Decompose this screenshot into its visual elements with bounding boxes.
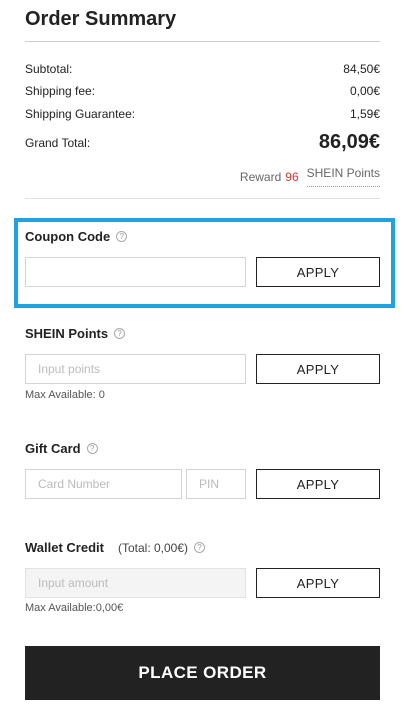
question-circle-icon[interactable]: ? — [114, 328, 126, 339]
title-divider — [25, 41, 380, 42]
grand-total-value: 86,09€ — [318, 131, 380, 153]
coupon-code-input[interactable] — [25, 257, 246, 287]
points-apply-button[interactable]: APPLY — [256, 354, 380, 384]
grand-total-label: Grand Total: — [25, 135, 91, 150]
coupon-title: Coupon Code — [25, 229, 111, 244]
page-title: Order Summary — [25, 8, 177, 30]
reward-points-number: 96 — [285, 169, 299, 184]
wallet-section-title: Wallet Credit (Total: 0,00€) ? — [25, 540, 206, 555]
coupon-section-title: Coupon Code ? — [25, 229, 128, 244]
shipping-fee-row: Shipping fee: 0,00€ — [25, 84, 380, 98]
shipping-fee-value: 0,00€ — [349, 84, 380, 98]
question-circle-icon[interactable]: ? — [194, 542, 206, 553]
shipping-guarantee-value: 1,59€ — [349, 107, 380, 121]
place-order-button[interactable]: PLACE ORDER — [25, 646, 380, 700]
points-input[interactable]: Input points — [25, 354, 246, 384]
grand-total-row: Grand Total: 86,09€ — [25, 131, 380, 154]
wallet-title: Wallet Credit — [25, 540, 104, 555]
subtotal-row: Subtotal: 84,50€ — [25, 62, 380, 76]
gift-card-title: Gift Card — [25, 441, 81, 456]
points-section-title: SHEIN Points ? — [25, 326, 126, 341]
reward-label: Reward — [239, 169, 282, 184]
points-title: SHEIN Points — [25, 326, 109, 341]
shipping-guarantee-row: Shipping Guarantee: 1,59€ — [25, 107, 380, 121]
points-max-available: Max Available: 0 — [25, 389, 105, 401]
reward-points-link[interactable]: SHEIN Points — [306, 166, 380, 187]
wallet-apply-button[interactable]: APPLY — [256, 568, 380, 598]
wallet-total-note: (Total: 0,00€) — [117, 540, 189, 555]
question-circle-icon[interactable]: ? — [116, 231, 128, 242]
gift-card-apply-button[interactable]: APPLY — [256, 469, 380, 499]
coupon-apply-button[interactable]: APPLY — [256, 257, 380, 287]
wallet-amount-input[interactable]: Input amount — [25, 568, 246, 598]
question-circle-icon[interactable]: ? — [86, 443, 98, 454]
shipping-fee-label: Shipping fee: — [25, 84, 96, 98]
shipping-guarantee-label: Shipping Guarantee: — [25, 107, 136, 121]
wallet-max-available: Max Available:0,00€ — [25, 602, 124, 614]
subtotal-label: Subtotal: — [25, 62, 73, 76]
subtotal-value: 84,50€ — [343, 62, 380, 76]
gift-card-number-input[interactable]: Card Number — [25, 469, 182, 499]
gift-card-section-title: Gift Card ? — [25, 441, 98, 456]
gift-card-pin-input[interactable]: PIN — [186, 469, 246, 499]
reward-points: Reward 96 SHEIN Points — [240, 166, 380, 187]
summary-divider — [25, 198, 380, 199]
